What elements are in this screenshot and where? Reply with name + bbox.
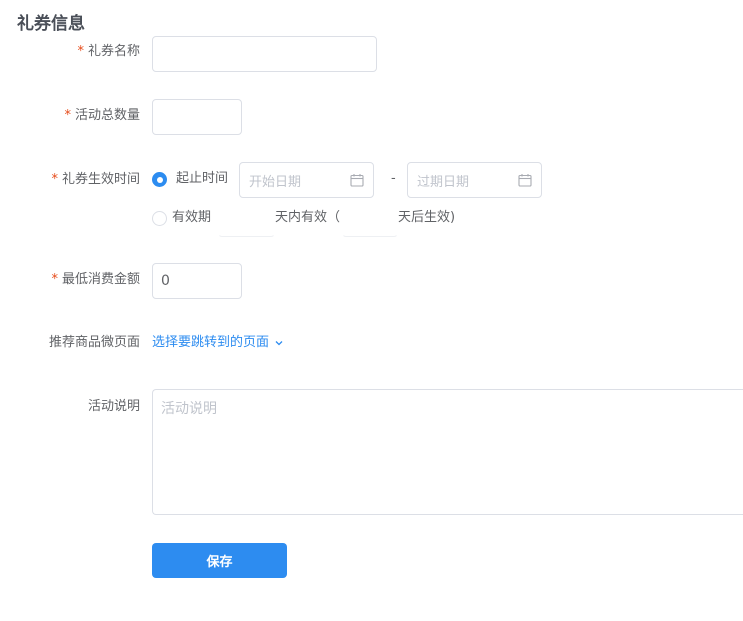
- validity-label-text: 礼券生效时间: [61, 172, 140, 187]
- save-button[interactable]: 保存: [152, 543, 287, 578]
- required-mark: *: [77, 44, 84, 59]
- description-placeholder: 活动说明: [161, 401, 217, 417]
- total-quantity-label-text: 活动总数量: [74, 108, 140, 123]
- select-page-link-text: 选择要跳转到的页面: [152, 335, 270, 350]
- calendar-icon: [518, 173, 532, 187]
- end-date-input[interactable]: 过期日期: [407, 162, 542, 198]
- min-spend-label: * 最低消费金额: [0, 270, 140, 290]
- min-spend-input[interactable]: 0: [152, 263, 242, 299]
- coupon-name-label-text: 礼券名称: [87, 44, 140, 59]
- delay-days-input[interactable]: [342, 200, 398, 237]
- description-label: 活动说明: [0, 397, 140, 417]
- validity-label: * 礼券生效时间: [0, 170, 140, 190]
- required-mark: *: [51, 172, 58, 187]
- total-quantity-input[interactable]: [152, 99, 242, 135]
- total-quantity-label: * 活动总数量: [0, 106, 140, 126]
- radio-valid-period-label[interactable]: 有效期: [172, 209, 211, 227]
- valid-days-input[interactable]: [218, 200, 275, 237]
- select-page-link[interactable]: 选择要跳转到的页面: [152, 334, 284, 352]
- radio-date-range-label[interactable]: 起止时间: [176, 170, 228, 188]
- section-title: 礼券信息: [17, 14, 85, 34]
- required-mark: *: [51, 272, 58, 287]
- coupon-name-label: * 礼券名称: [0, 42, 140, 62]
- calendar-icon: [350, 173, 364, 187]
- recommend-page-label-text: 推荐商品微页面: [48, 335, 140, 350]
- start-date-input[interactable]: 开始日期: [239, 162, 374, 198]
- recommend-page-label: 推荐商品微页面: [0, 333, 140, 353]
- radio-valid-period[interactable]: [152, 211, 167, 226]
- description-textarea[interactable]: 活动说明: [152, 389, 743, 515]
- end-date-placeholder: 过期日期: [417, 174, 470, 190]
- valid-days-text: 天内有效（: [275, 210, 341, 225]
- description-label-text: 活动说明: [87, 399, 140, 414]
- radio-date-range[interactable]: [152, 172, 167, 187]
- min-spend-label-text: 最低消费金额: [61, 272, 140, 287]
- required-mark: *: [64, 108, 71, 123]
- chevron-down-icon: [274, 338, 284, 348]
- coupon-name-input[interactable]: [152, 36, 377, 72]
- date-range-separator: -: [391, 171, 396, 186]
- start-date-placeholder: 开始日期: [249, 174, 302, 190]
- delay-days-text: 天后生效): [398, 210, 456, 225]
- min-spend-value: 0: [161, 273, 170, 289]
